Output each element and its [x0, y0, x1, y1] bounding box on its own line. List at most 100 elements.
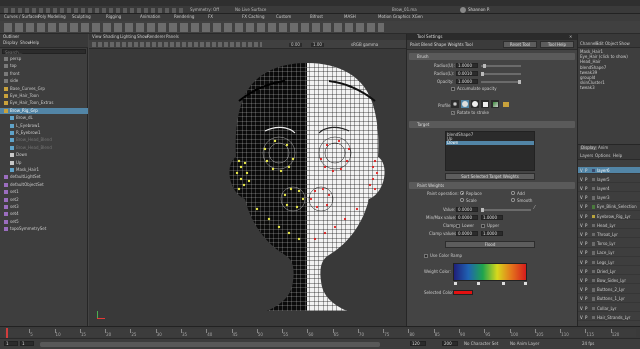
reset-tool-button[interactable]: Reset Tool	[503, 41, 537, 48]
playback-end-field[interactable]: 120	[410, 341, 426, 346]
target-list[interactable]: blendShape7 Up Down	[445, 131, 535, 171]
layer-row[interactable]: V P Dried_Lyr	[578, 268, 640, 276]
layer-row[interactable]: V P Throat_Lyr	[578, 231, 640, 239]
outliner-item[interactable]: Brow_Head_Blend	[0, 145, 88, 151]
outliner-item[interactable]: set3	[0, 204, 88, 210]
shelf-tab[interactable]: Rendering	[174, 15, 194, 19]
playback-toggle[interactable]: P	[585, 278, 587, 283]
playback-toggle[interactable]: P	[585, 297, 587, 301]
layer-row[interactable]: V P Legs_Lyr	[578, 259, 640, 266]
layer-row[interactable]: V P Eyebrow_Rig_Lyr	[578, 213, 640, 220]
ramp-marker-icon[interactable]	[502, 282, 505, 285]
layer-row[interactable]: V Player4	[578, 185, 640, 193]
layer-row[interactable]: V P Head_Lyr	[578, 222, 640, 230]
start-frame-field[interactable]: 1	[4, 341, 18, 346]
vp-value-a[interactable]: 0.00	[289, 42, 302, 47]
layer-color-swatch[interactable]	[592, 242, 595, 246]
layer-row[interactable]: V P Lace_Lyr	[578, 250, 640, 257]
accumulate-checkbox[interactable]	[451, 87, 455, 91]
eyedropper-icon[interactable]: ⁄	[534, 206, 539, 211]
outliner-item[interactable]: front	[0, 71, 88, 77]
visibility-toggle[interactable]: V	[580, 288, 583, 292]
shelf-tab[interactable]: Rigging	[106, 15, 121, 19]
outliner-item[interactable]: top	[0, 63, 88, 69]
outliner-item[interactable]: Up	[0, 160, 88, 166]
shelf-tab[interactable]: MASH	[344, 15, 356, 19]
ramp-marker-icon[interactable]	[477, 282, 480, 285]
shelf-tab[interactable]: Motion Graphics	[378, 15, 411, 19]
visibility-toggle[interactable]: V	[580, 306, 583, 311]
playback-toggle[interactable]: P	[585, 232, 587, 237]
outliner-item[interactable]: side	[0, 78, 88, 84]
cb-menu-object[interactable]: Object	[605, 42, 618, 46]
playback-toggle[interactable]: P	[585, 177, 587, 182]
layer-menu-help[interactable]: Help	[613, 154, 622, 158]
outliner-item[interactable]: Eye_Hair_Toon_Extras	[0, 100, 88, 106]
playback-start-field[interactable]: 1	[20, 341, 34, 346]
layer-row[interactable]: V P Eye_Blink_Selection	[578, 204, 640, 211]
outliner-item[interactable]: set4	[0, 211, 88, 217]
outliner-item[interactable]: set2	[0, 197, 88, 203]
layer-color-swatch[interactable]	[592, 260, 595, 264]
opacity-field[interactable]: 1.0000	[456, 79, 478, 84]
min-value-field[interactable]: 0.0000	[456, 215, 478, 220]
status-icons[interactable]	[4, 7, 184, 13]
shelf-tab[interactable]: FX	[208, 15, 213, 19]
viewport-tool-icons[interactable]	[92, 42, 262, 47]
target-section-header[interactable]: Target	[409, 121, 575, 128]
vp-menu-panels[interactable]: Panels	[166, 35, 179, 39]
current-frame-marker[interactable]	[6, 328, 8, 338]
outliner-item[interactable]: persp	[0, 56, 88, 62]
shelf-tab[interactable]: FX Caching	[242, 15, 264, 19]
playback-toggle[interactable]: P	[585, 306, 587, 311]
playback-toggle[interactable]: P	[585, 288, 587, 292]
cb-menu-show[interactable]: Show	[619, 42, 630, 46]
layer-row[interactable]: V P Torso_Lyr	[578, 241, 640, 248]
colorspace-label[interactable]: sRGB gamma	[351, 42, 378, 47]
outliner-search[interactable]: Search...	[2, 49, 86, 54]
layer-color-swatch[interactable]	[592, 288, 595, 292]
visibility-toggle[interactable]: V	[580, 297, 583, 301]
browse-folder-button[interactable]	[503, 102, 509, 107]
playback-toggle[interactable]: P	[585, 196, 587, 200]
outliner-item[interactable]: Eye_Hair_Toon	[0, 93, 88, 99]
playback-toggle[interactable]: P	[585, 214, 587, 219]
history-node[interactable]: Head_Hair	[580, 60, 601, 64]
use-color-ramp-checkbox[interactable]	[424, 254, 428, 258]
layer-color-swatch[interactable]	[592, 177, 595, 182]
shelf-tab[interactable]: XGen	[412, 15, 423, 19]
shelf-tab[interactable]: Sculpting	[72, 15, 91, 19]
shelf-tab[interactable]: Curves / Surfaces	[4, 15, 39, 19]
cb-menu-edit[interactable]: Edit	[596, 42, 604, 46]
visibility-toggle[interactable]: V	[580, 223, 583, 228]
visibility-toggle[interactable]: V	[580, 269, 583, 274]
user-avatar[interactable]	[460, 7, 466, 13]
layer-color-swatch[interactable]	[592, 223, 595, 228]
shelf-tab[interactable]: Poly Modeling	[38, 15, 66, 19]
profile-solid-button[interactable]	[471, 100, 479, 108]
profile-soft-button[interactable]	[461, 100, 469, 108]
character-set-dropdown[interactable]: No Character Set	[464, 342, 498, 346]
radius-l-slider[interactable]	[481, 72, 521, 76]
rotate-checkbox[interactable]: ✓	[451, 111, 455, 115]
layer-color-swatch[interactable]	[592, 297, 595, 301]
ramp-marker-icon[interactable]	[524, 282, 527, 285]
visibility-toggle[interactable]: V	[580, 315, 583, 320]
playback-toggle[interactable]: P	[585, 251, 587, 255]
anim-layer-dropdown[interactable]: No Anim Layer	[510, 342, 539, 346]
playback-toggle[interactable]: P	[585, 223, 587, 228]
outliner-item[interactable]: set5	[0, 219, 88, 225]
visibility-toggle[interactable]: V	[580, 214, 583, 219]
replace-radio[interactable]	[460, 191, 464, 195]
visibility-toggle[interactable]: V	[580, 251, 583, 255]
brush-section-header[interactable]: Brush	[409, 53, 575, 60]
profile-square-button[interactable]	[481, 100, 489, 108]
visibility-toggle[interactable]: V	[580, 177, 583, 182]
smooth-radio[interactable]	[511, 198, 515, 202]
vp-menu-lighting[interactable]: Lighting	[120, 35, 136, 39]
outliner-item[interactable]: R_Eyebrow1	[0, 130, 88, 136]
outliner-item[interactable]: Mask_Hair1	[0, 167, 88, 173]
flood-button[interactable]: Flood	[445, 241, 535, 248]
outliner-menu-display[interactable]: Display	[3, 41, 18, 45]
profile-gaussian-button[interactable]	[451, 100, 459, 108]
